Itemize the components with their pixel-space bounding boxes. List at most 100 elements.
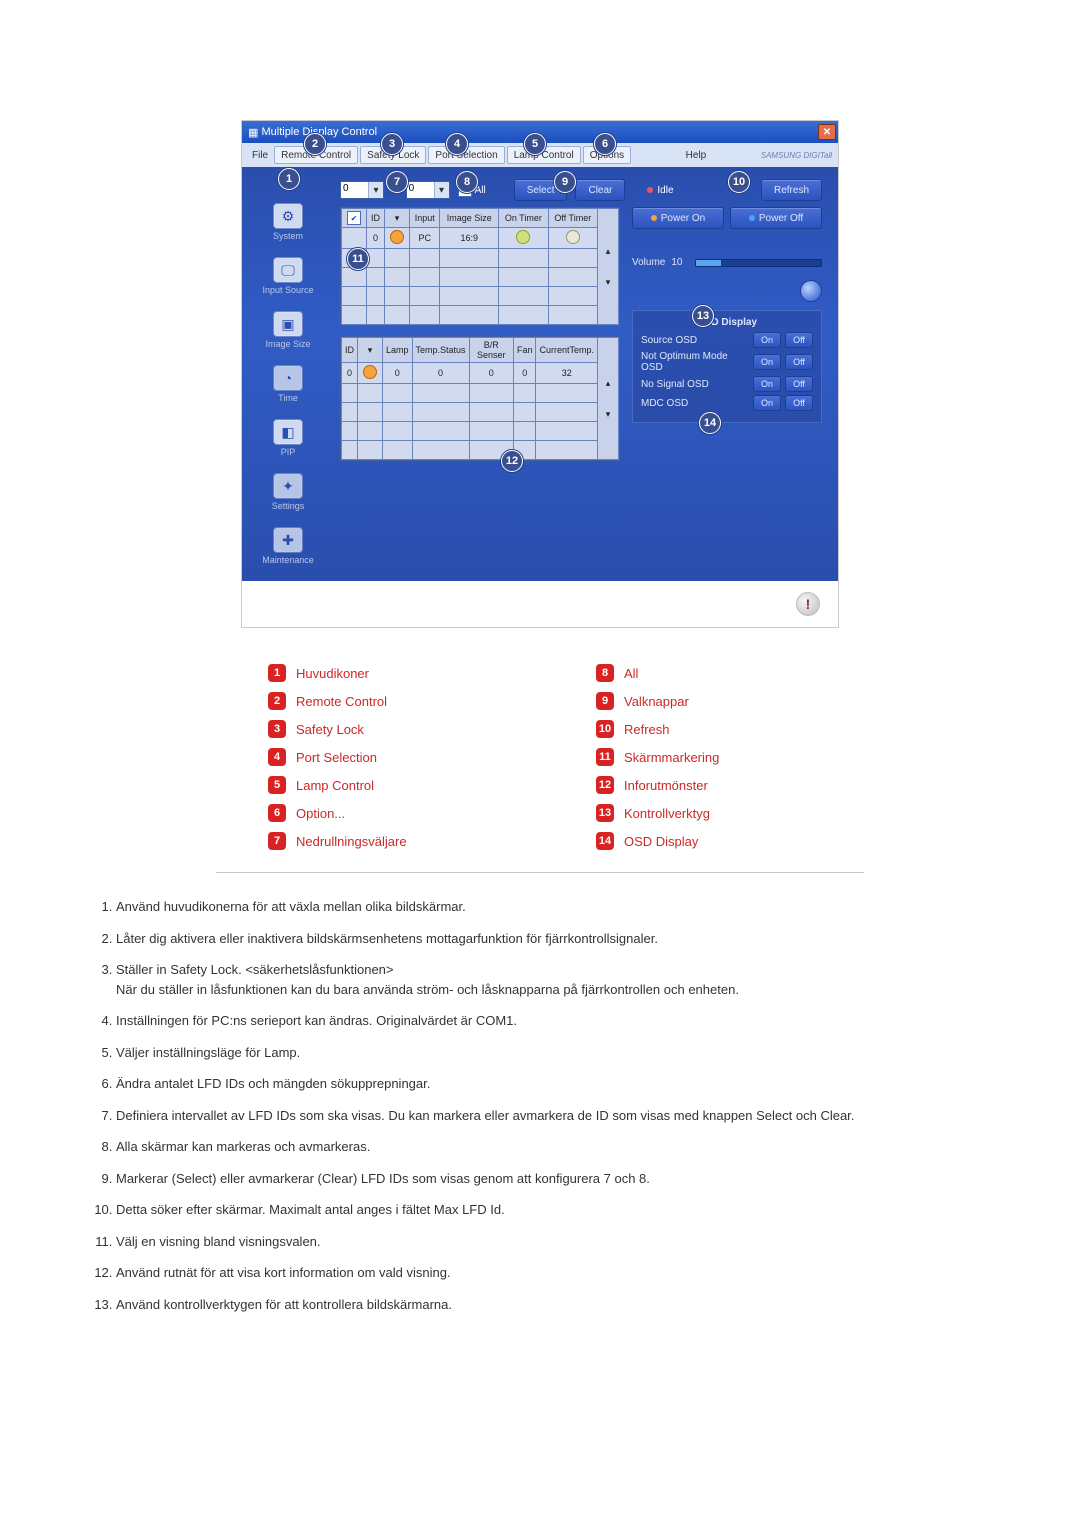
brand-label: SAMSUNG DIGITall	[761, 151, 832, 160]
callout-9: 9	[554, 171, 576, 193]
sidebar-item-settings[interactable]: ✦ Settings	[272, 467, 305, 517]
menu-help[interactable]: Help	[682, 143, 711, 167]
badge-3: 3	[268, 720, 286, 738]
not-optimum-label: Not Optimum Mode OSD	[641, 351, 749, 373]
col-temp: Temp.Status	[412, 338, 469, 363]
legend-label: All	[624, 666, 638, 681]
sidebar-label: Image Size	[265, 339, 310, 349]
osd-title: OSD Display	[641, 317, 813, 328]
source-osd-on[interactable]: On	[753, 332, 781, 348]
sidebar-item-time[interactable]: ◔ Time	[273, 359, 303, 409]
volume-slider[interactable]	[695, 259, 822, 267]
sidebar-label: Time	[278, 393, 298, 403]
gear-icon: ⚙	[273, 203, 303, 229]
sidebar-label: Maintenance	[262, 555, 314, 565]
list-item: Alla skärmar kan markeras och avmarkeras…	[116, 1137, 1036, 1157]
volume-control[interactable]: Volume 10	[632, 257, 822, 268]
source-osd-off[interactable]: Off	[785, 332, 813, 348]
list-item: Definiera intervallet av LFD IDs som ska…	[116, 1106, 1036, 1126]
sidebar: 1 ⚙ System 🖵 Input Source ▣ Image Size ◔…	[242, 167, 334, 581]
volume-label: Volume	[632, 257, 665, 268]
list-item: Använd kontrollverktygen för att kontrol…	[116, 1295, 1036, 1315]
status-footer: !	[242, 581, 838, 627]
col-current-temp: CurrentTemp.	[536, 338, 598, 363]
scrollbar[interactable]: ▴▾	[598, 209, 619, 325]
clear-button[interactable]: Clear	[575, 179, 625, 201]
table-row[interactable]: 0 PC 16:9	[342, 228, 619, 249]
mdc-osd-off[interactable]: Off	[785, 395, 813, 411]
badge-4: 4	[268, 748, 286, 766]
refresh-button[interactable]: Refresh	[761, 179, 822, 201]
list-item: Använd rutnät för att visa kort informat…	[116, 1263, 1036, 1283]
callout-11: 11	[347, 248, 369, 270]
list-item: Ställer in Safety Lock. <säkerhetslåsfun…	[116, 960, 1036, 999]
list-item: Väljer inställningsläge för Lamp.	[116, 1043, 1036, 1063]
not-optimum-on[interactable]: On	[753, 354, 781, 370]
mdc-osd-on[interactable]: On	[753, 395, 781, 411]
badge-14: 14	[596, 832, 614, 850]
list-item: Inställningen för PC:ns serieport kan än…	[116, 1011, 1036, 1031]
sidebar-item-maintenance[interactable]: ✚ Maintenance	[262, 521, 314, 571]
lfd-from-select[interactable]: 0▾	[340, 181, 384, 199]
list-item: Låter dig aktivera eller inaktivera bild…	[116, 929, 1036, 949]
col-on-timer: On Timer	[499, 209, 549, 228]
callout-3: 3	[381, 133, 403, 155]
settings-icon: ✦	[273, 473, 303, 499]
power-on-button[interactable]: Power On	[632, 207, 724, 229]
callout-13: 13	[692, 305, 714, 327]
sidebar-item-input-source[interactable]: 🖵 Input Source	[262, 251, 313, 301]
alert-icon: !	[796, 592, 820, 616]
badge-8: 8	[596, 664, 614, 682]
badge-7: 7	[268, 832, 286, 850]
badge-13: 13	[596, 804, 614, 822]
source-osd-label: Source OSD	[641, 335, 749, 346]
no-signal-on[interactable]: On	[753, 376, 781, 392]
sidebar-label: PIP	[281, 447, 296, 457]
legend-label: Inforutmönster	[624, 778, 708, 793]
display-grid-lower[interactable]: ID ▾ Lamp Temp.Status B/R Senser Fan Cur…	[340, 336, 620, 461]
col-image-size: Image Size	[440, 209, 499, 228]
monitor-icon: 🖵	[273, 257, 303, 283]
not-optimum-off[interactable]: Off	[785, 354, 813, 370]
callout-7: 7	[386, 171, 408, 193]
legend-label: Remote Control	[296, 694, 387, 709]
callout-1: 1	[278, 168, 300, 190]
callout-5: 5	[524, 133, 546, 155]
power-off-button[interactable]: Power Off	[730, 207, 822, 229]
col-off-timer: Off Timer	[548, 209, 597, 228]
callout-14: 14	[699, 412, 721, 434]
legend-label: Lamp Control	[296, 778, 374, 793]
list-item: Välj en visning bland visningsvalen.	[116, 1232, 1036, 1252]
app-icon: ▦	[248, 126, 258, 139]
sidebar-item-pip[interactable]: ◧ PIP	[273, 413, 303, 463]
callout-2: 2	[304, 133, 326, 155]
close-icon[interactable]: ✕	[818, 124, 836, 140]
app-screenshot: ▦ Multiple Display Control ✕ File Remote…	[241, 120, 839, 628]
legend-label: Refresh	[624, 722, 670, 737]
chevron-down-icon: ▾	[434, 182, 449, 198]
col-id: ID	[367, 209, 385, 228]
table-row[interactable]: 0 0 0 0 0 32	[342, 363, 619, 384]
legend-label: Huvudikoner	[296, 666, 369, 681]
legend-label: Valknappar	[624, 694, 689, 709]
callout-8: 8	[456, 171, 478, 193]
speaker-icon[interactable]	[800, 280, 822, 302]
sidebar-item-system[interactable]: ⚙ System	[273, 197, 303, 247]
lfd-to-select[interactable]: 0▾	[406, 181, 450, 199]
badge-12: 12	[596, 776, 614, 794]
osd-display-panel: OSD Display Source OSD On Off Not Optimu…	[632, 310, 822, 423]
description-list: Använd huvudikonerna för att växla mella…	[80, 897, 1036, 1314]
menu-file[interactable]: File	[248, 143, 272, 167]
aspect-icon: ▣	[273, 311, 303, 337]
no-signal-off[interactable]: Off	[785, 376, 813, 392]
sidebar-item-image-size[interactable]: ▣ Image Size	[265, 305, 310, 355]
list-item: Använd huvudikonerna för att växla mella…	[116, 897, 1036, 917]
mdc-osd-label: MDC OSD	[641, 398, 749, 409]
menubar: File Remote Control Safety Lock Port Sel…	[242, 143, 838, 167]
badge-2: 2	[268, 692, 286, 710]
display-grid-upper[interactable]: ✔ ID ▾ Input Image Size On Timer Off Tim…	[340, 207, 620, 326]
badge-1: 1	[268, 664, 286, 682]
scrollbar[interactable]: ▴▾	[598, 338, 619, 460]
sidebar-label: System	[273, 231, 303, 241]
callout-6: 6	[594, 133, 616, 155]
